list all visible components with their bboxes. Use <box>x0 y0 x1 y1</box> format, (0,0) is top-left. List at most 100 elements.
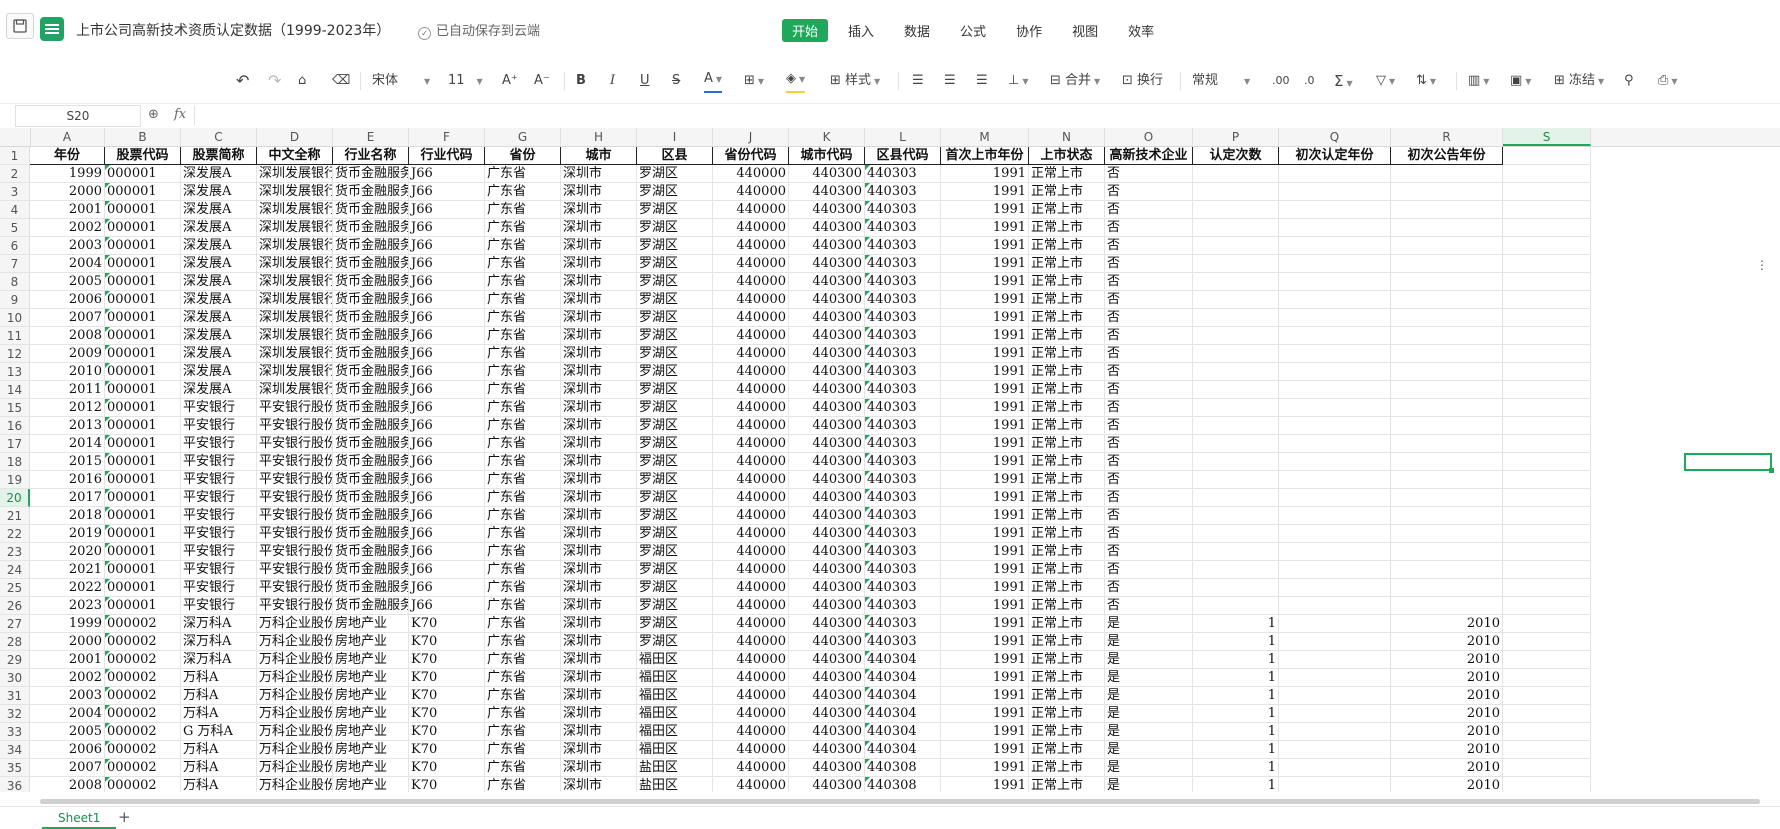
table-cell[interactable]: J66 <box>409 219 485 237</box>
table-cell[interactable] <box>1391 579 1503 597</box>
table-cell[interactable]: 货币金融服务 <box>333 273 409 291</box>
table-cell[interactable]: 罗湖区 <box>637 201 713 219</box>
table-cell[interactable]: 货币金融服务 <box>333 561 409 579</box>
table-cell[interactable]: 货币金融服务 <box>333 237 409 255</box>
table-cell[interactable] <box>1193 561 1279 579</box>
table-cell[interactable]: G 万科A <box>181 723 257 741</box>
table-cell[interactable]: 1 <box>1193 759 1279 777</box>
table-cell[interactable]: 深圳市 <box>561 579 637 597</box>
column-header-f[interactable]: F <box>409 128 485 146</box>
table-cell[interactable]: 440308 <box>865 777 941 792</box>
table-cell[interactable]: 2022 <box>30 579 105 597</box>
bold-icon[interactable]: B <box>576 71 586 91</box>
table-cell[interactable]: 440000 <box>713 741 789 759</box>
column-title-cell[interactable]: 股票简称 <box>181 147 257 165</box>
table-cell[interactable]: 广东省 <box>485 417 561 435</box>
table-cell[interactable]: 440000 <box>713 777 789 792</box>
table-cell[interactable]: 深发展A <box>181 201 257 219</box>
table-cell[interactable] <box>1391 183 1503 201</box>
table-cell[interactable]: 440300 <box>789 471 865 489</box>
table-cell[interactable]: 平安银行 <box>181 453 257 471</box>
table-cell[interactable]: 广东省 <box>485 777 561 792</box>
table-cell[interactable]: 1991 <box>941 309 1029 327</box>
table-cell[interactable]: 2001 <box>30 201 105 219</box>
table-cell[interactable] <box>1503 597 1591 615</box>
column-header-p[interactable]: P <box>1193 128 1279 146</box>
table-cell[interactable]: 平安银行 <box>181 597 257 615</box>
table-cell[interactable] <box>1503 219 1591 237</box>
table-cell[interactable]: 万科A <box>181 687 257 705</box>
table-cell[interactable]: 正常上市 <box>1029 669 1105 687</box>
table-cell[interactable]: 正常上市 <box>1029 489 1105 507</box>
table-cell[interactable]: 2001 <box>30 651 105 669</box>
column-header-l[interactable]: L <box>865 128 941 146</box>
table-cell[interactable]: 否 <box>1105 435 1193 453</box>
column-title-cell[interactable]: 股票代码 <box>105 147 181 165</box>
table-cell[interactable]: 正常上市 <box>1029 309 1105 327</box>
table-cell[interactable]: 440000 <box>713 633 789 651</box>
table-cell[interactable]: 正常上市 <box>1029 723 1105 741</box>
table-cell[interactable]: 福田区 <box>637 669 713 687</box>
table-cell[interactable]: 平安银行股份 <box>257 471 333 489</box>
table-cell[interactable] <box>1279 723 1391 741</box>
select-all-corner[interactable] <box>0 128 31 146</box>
table-cell[interactable] <box>1193 507 1279 525</box>
table-cell[interactable]: 罗湖区 <box>637 219 713 237</box>
table-cell[interactable]: 深圳市 <box>561 759 637 777</box>
table-cell[interactable] <box>1279 669 1391 687</box>
table-cell[interactable]: 广东省 <box>485 687 561 705</box>
table-cell[interactable]: J66 <box>409 183 485 201</box>
table-cell[interactable]: 440300 <box>789 543 865 561</box>
table-cell[interactable]: 000001 <box>105 489 181 507</box>
table-cell[interactable] <box>1279 381 1391 399</box>
table-cell[interactable]: 440300 <box>789 705 865 723</box>
table-cell[interactable] <box>1503 651 1591 669</box>
table-cell[interactable]: 深圳市 <box>561 615 637 633</box>
table-cell[interactable]: J66 <box>409 309 485 327</box>
table-cell[interactable]: 罗湖区 <box>637 417 713 435</box>
table-cell[interactable]: 否 <box>1105 201 1193 219</box>
table-cell[interactable]: 000002 <box>105 687 181 705</box>
table-cell[interactable]: 深圳发展银行 <box>257 363 333 381</box>
table-cell[interactable]: 2006 <box>30 291 105 309</box>
table-cell[interactable]: 440300 <box>789 597 865 615</box>
table-cell[interactable]: 广东省 <box>485 597 561 615</box>
table-cell[interactable]: 广东省 <box>485 669 561 687</box>
table-cell[interactable]: 440000 <box>713 597 789 615</box>
table-cell[interactable]: 440303 <box>865 597 941 615</box>
table-cell[interactable]: 440300 <box>789 219 865 237</box>
table-cell[interactable]: 正常上市 <box>1029 651 1105 669</box>
table-cell[interactable]: 广东省 <box>485 273 561 291</box>
table-cell[interactable] <box>1193 165 1279 183</box>
table-cell[interactable]: 货币金融服务 <box>333 507 409 525</box>
table-cell[interactable]: 000001 <box>105 543 181 561</box>
table-cell[interactable]: 440303 <box>865 435 941 453</box>
table-cell[interactable]: 深圳市 <box>561 201 637 219</box>
row-header[interactable]: 5 <box>0 219 30 237</box>
table-cell[interactable] <box>1279 453 1391 471</box>
table-cell[interactable]: 深发展A <box>181 237 257 255</box>
table-cell[interactable]: 2013 <box>30 417 105 435</box>
table-cell[interactable]: 货币金融服务 <box>333 219 409 237</box>
table-cell[interactable]: 2005 <box>30 723 105 741</box>
table-cell[interactable]: 深圳发展银行 <box>257 201 333 219</box>
table-cell[interactable]: 正常上市 <box>1029 363 1105 381</box>
table-cell[interactable]: 440000 <box>713 561 789 579</box>
table-cell[interactable]: 正常上市 <box>1029 741 1105 759</box>
merge-button[interactable]: ⊟ 合并 ▼ <box>1050 71 1100 91</box>
table-cell[interactable]: 2000 <box>30 633 105 651</box>
row-header[interactable]: 24 <box>0 561 30 579</box>
table-cell[interactable] <box>1279 417 1391 435</box>
table-cell[interactable]: 正常上市 <box>1029 291 1105 309</box>
table-cell[interactable]: J66 <box>409 471 485 489</box>
table-cell[interactable]: K70 <box>409 741 485 759</box>
table-cell[interactable]: 平安银行股份 <box>257 579 333 597</box>
table-cell[interactable]: 000001 <box>105 399 181 417</box>
table-cell[interactable]: 440300 <box>789 723 865 741</box>
table-cell[interactable]: 1 <box>1193 615 1279 633</box>
table-cell[interactable]: 1991 <box>941 417 1029 435</box>
table-cell[interactable] <box>1391 345 1503 363</box>
table-cell[interactable]: 440300 <box>789 201 865 219</box>
table-cell[interactable]: J66 <box>409 327 485 345</box>
table-cell[interactable]: 440303 <box>865 507 941 525</box>
